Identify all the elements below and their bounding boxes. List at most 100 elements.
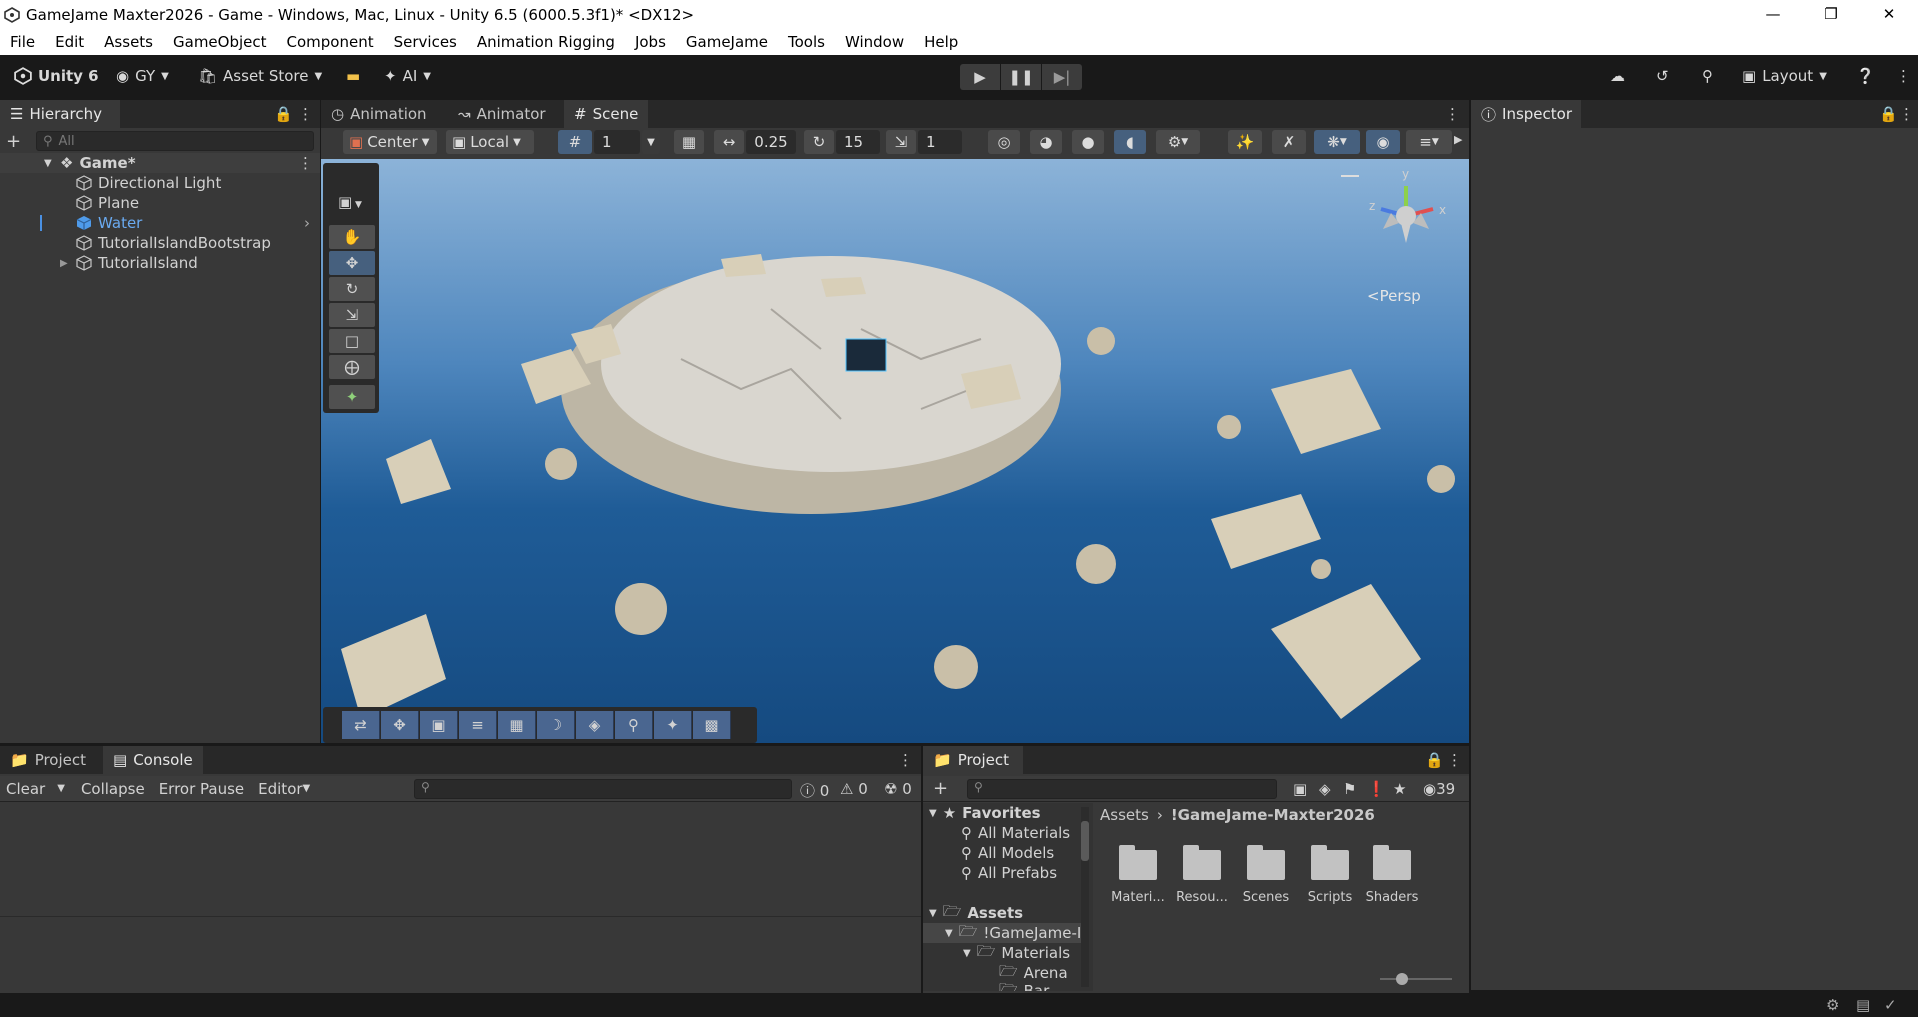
warning-count-toggle[interactable]: ⚠ 0 <box>840 780 868 798</box>
search-button[interactable]: ⚲ <box>1696 63 1719 89</box>
lock-icon[interactable]: 🔒 <box>1425 751 1444 769</box>
chevron-right-icon[interactable]: ▶ <box>1454 133 1462 146</box>
cloud-button[interactable]: ☁ <box>1604 63 1631 89</box>
chevron-right-icon[interactable]: › <box>304 214 310 232</box>
gizmos-dropdown[interactable]: ❋ ▼ <box>1314 130 1360 154</box>
rotate-snap-button[interactable]: ↻ <box>804 130 834 154</box>
menu-gameobject[interactable]: GameObject <box>173 33 267 51</box>
tab-animation[interactable]: ◷ Animation <box>321 100 437 128</box>
menu-help[interactable]: Help <box>924 33 958 51</box>
move-snap-button[interactable]: ↔ <box>714 130 744 154</box>
visibility-toggle-button[interactable]: ◉ <box>1366 130 1400 154</box>
play-button[interactable]: ▶ <box>960 64 1000 90</box>
pause-button[interactable]: ❚❚ <box>1001 64 1041 90</box>
menu-file[interactable]: File <box>10 33 35 51</box>
hierarchy-item[interactable]: TutorialIslandBootstrap <box>0 233 320 253</box>
more-vertical-icon[interactable]: ⋮ <box>298 154 313 172</box>
pivot-dropdown[interactable]: ▣ Center ▼ <box>343 130 437 154</box>
tag-icon[interactable]: ⚑ <box>1343 780 1356 798</box>
tab-project-browser[interactable]: 📁 Project <box>923 746 1023 774</box>
maximize-button[interactable]: ❐ <box>1802 0 1860 29</box>
filter-type-icon[interactable]: ▣ <box>1293 780 1307 798</box>
overlay-button[interactable]: ✦ <box>654 711 692 739</box>
layers-dropdown[interactable]: ≡ ▼ <box>1406 130 1452 154</box>
favorite-item[interactable]: ⚲ All Materials <box>961 823 1070 843</box>
asset-folder[interactable]: Materi... <box>1110 845 1166 905</box>
project-search-input[interactable]: ⚲ <box>967 779 1277 799</box>
menu-tools[interactable]: Tools <box>788 33 825 51</box>
grid-size-field[interactable]: 1 <box>594 130 640 154</box>
favorites-header[interactable]: ▼ ★ Favorites <box>929 803 1041 823</box>
transform-tool-button[interactable]: ⨁ <box>329 355 375 379</box>
rotate-snap-field[interactable]: 15 <box>836 130 880 154</box>
hierarchy-item-selected[interactable]: Water › <box>0 213 320 233</box>
overlay-button[interactable]: ⇄ <box>342 711 380 739</box>
layout-dropdown[interactable]: ▣ Layout ▼ <box>1736 63 1833 89</box>
progress-icon[interactable]: ▤ <box>1856 996 1870 1014</box>
menu-component[interactable]: Component <box>287 33 374 51</box>
view-options-dropdown[interactable]: ▣ ▼ <box>338 193 362 211</box>
hierarchy-item[interactable]: ▶ TutorialIsland <box>0 253 320 273</box>
slider-handle[interactable] <box>1396 973 1408 985</box>
more-vertical-icon[interactable]: ⋮ <box>1447 751 1462 769</box>
overlay-button[interactable]: ◈ <box>576 711 614 739</box>
snap-toggle-button[interactable]: ▦ <box>674 130 704 154</box>
shading-shaded-button[interactable]: ● <box>1072 130 1104 154</box>
tab-console[interactable]: ▤ Console <box>103 746 203 774</box>
help-button[interactable]: ❔ <box>1850 63 1881 89</box>
error-pause-button[interactable]: Error Pause <box>159 780 244 798</box>
overlay-button[interactable]: ≡ <box>459 711 497 739</box>
more-vertical-icon[interactable]: ⋮ <box>1899 105 1914 123</box>
account-dropdown[interactable]: ◉ GY ▼ <box>110 63 175 89</box>
hierarchy-search-input[interactable]: ⚲ All <box>36 131 314 151</box>
overlay-button[interactable]: ▣ <box>420 711 458 739</box>
asset-folder[interactable]: Resou... <box>1174 845 1230 905</box>
more-vertical-icon[interactable]: ⋮ <box>898 751 913 769</box>
toolbar-more-button[interactable]: ⋮ <box>1890 63 1917 89</box>
space-dropdown[interactable]: ▣ Local ▼ <box>446 130 534 154</box>
filter-label-icon[interactable]: ◈ <box>1319 780 1331 798</box>
log-count-toggle[interactable]: ⓘ 0 <box>800 780 829 801</box>
menu-window[interactable]: Window <box>845 33 904 51</box>
scale-snap-field[interactable]: 1 <box>918 130 962 154</box>
overlay-button[interactable]: ▦ <box>498 711 536 739</box>
tab-project[interactable]: 📁 Project <box>0 746 96 774</box>
step-button[interactable]: ▶| <box>1042 64 1082 90</box>
menu-edit[interactable]: Edit <box>55 33 84 51</box>
console-search-input[interactable]: ⚲ <box>414 779 792 799</box>
asset-folder[interactable]: Scripts <box>1302 845 1358 905</box>
fx-toggle-button[interactable]: ✨ <box>1228 130 1262 154</box>
check-icon[interactable]: ✓ <box>1884 996 1897 1014</box>
package-button[interactable]: ▬ <box>340 63 366 89</box>
hierarchy-scene-row[interactable]: ▼ ❖ Game* ⋮ <box>0 153 320 173</box>
asset-store-dropdown[interactable]: 🛍 Asset Store ▼ <box>192 63 328 89</box>
overlay-button[interactable]: ▩ <box>693 711 731 739</box>
scrollbar-thumb[interactable] <box>1081 821 1089 861</box>
grid-dropdown-button[interactable]: ▼ <box>642 130 660 154</box>
orientation-gizmo[interactable]: y x z <box>1361 167 1451 261</box>
asset-folder[interactable]: Shaders <box>1364 845 1420 905</box>
history-button[interactable]: ↺ <box>1650 63 1675 89</box>
hidden-count-toggle[interactable]: ◉39 <box>1423 780 1455 798</box>
projection-toggle[interactable]: <Persp <box>1367 287 1421 305</box>
tree-folder-selected[interactable]: ▼ 🗁 !GameJame-I <box>923 922 1083 943</box>
alert-icon[interactable]: ❗ <box>1367 780 1386 798</box>
tab-hierarchy[interactable]: ☰ Hierarchy <box>0 100 120 128</box>
scene-viewport[interactable]: points="740,180 800,165 810,205 750,215"… <box>321 159 1469 743</box>
debug-draw-dropdown[interactable]: ⚙ ▼ <box>1156 130 1200 154</box>
add-object-button[interactable]: + <box>6 131 21 152</box>
collapse-button[interactable]: Collapse <box>81 780 145 798</box>
tab-scene[interactable]: # Scene <box>564 100 649 128</box>
icon-size-slider[interactable] <box>1380 978 1452 980</box>
debug-icon[interactable]: ⚙ <box>1826 996 1839 1014</box>
favorite-item[interactable]: ⚲ All Models <box>961 843 1054 863</box>
overlay-button[interactable]: ☽ <box>537 711 575 739</box>
create-asset-button[interactable]: + <box>933 778 948 799</box>
tab-inspector[interactable]: ⓘ Inspector <box>1471 100 1581 128</box>
unity-menu-button[interactable]: Unity 6 <box>8 63 105 89</box>
favorite-item[interactable]: ⚲ All Prefabs <box>961 863 1057 883</box>
asset-folder[interactable]: Scenes <box>1238 845 1294 905</box>
custom-tool-button[interactable]: ✦ <box>329 385 375 409</box>
tree-folder[interactable]: 🗁 Bar <box>999 980 1049 992</box>
menu-gamejame[interactable]: GameJame <box>686 33 768 51</box>
